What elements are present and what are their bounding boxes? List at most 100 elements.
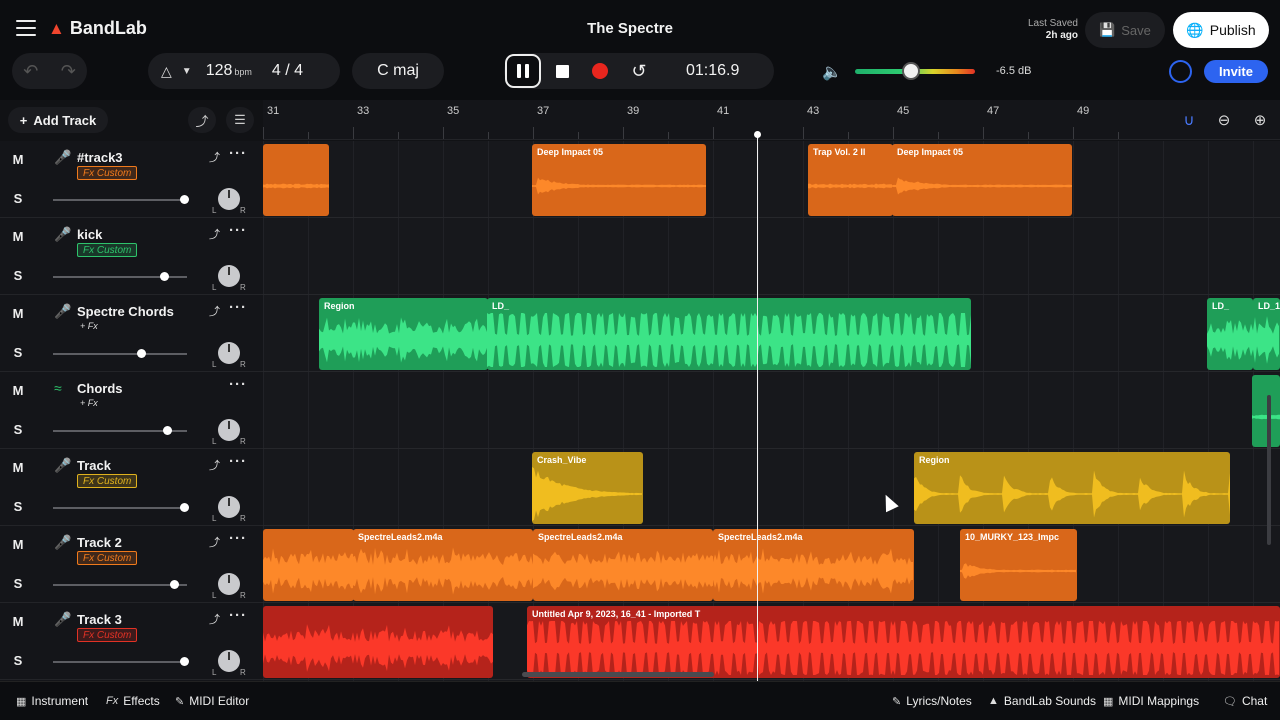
pan-knob[interactable] [218,419,240,441]
solo-button[interactable]: S [0,653,36,668]
audio-region[interactable]: Untitled Apr 9, 2023, 16_41 - Imported T [527,606,1280,678]
automation-wand-icon[interactable]: ⤴ [209,534,220,550]
loop-button[interactable]: ↺ [626,53,652,89]
mute-button[interactable]: M [0,229,36,244]
bandlab-logo[interactable]: ▲ BandLab [48,18,147,39]
lyrics-notes-button[interactable]: ✎ Lyrics/Notes [892,694,972,708]
mute-button[interactable]: M [0,614,36,629]
fx-custom-tag[interactable]: Fx Custom [77,474,138,488]
audio-region[interactable]: Deep Impact 05 [532,144,706,216]
stop-button[interactable] [552,53,572,89]
pan-knob[interactable] [218,573,240,595]
track-volume-knob[interactable] [180,657,190,666]
more-options-icon[interactable]: ··· [229,530,247,547]
metronome-icon[interactable]: △ [161,63,172,80]
mute-button[interactable]: M [0,152,36,167]
audio-region[interactable]: LD_ [487,298,971,370]
solo-button[interactable]: S [0,191,36,206]
pan-knob[interactable] [218,342,240,364]
more-options-icon[interactable]: ··· [229,299,247,316]
speaker-icon[interactable]: 🔈 [822,62,842,82]
audio-region[interactable]: SpectreLeads2.m4a [533,529,713,601]
solo-button[interactable]: S [0,576,36,591]
track-header[interactable]: M S 🎤 Spectre Chords + Fx ⤴ ··· L R [0,295,263,372]
midi-mappings-button[interactable]: ▦ MIDI Mappings [1103,694,1199,708]
pan-knob[interactable] [218,265,240,287]
track-volume-slider[interactable] [53,272,187,281]
track-volume-slider[interactable] [53,657,190,666]
audio-region[interactable] [263,606,493,678]
tempo-value[interactable]: 128 bpm [206,62,252,80]
invite-button[interactable]: Invite [1204,60,1268,83]
add-fx-button[interactable]: + Fx [80,321,98,331]
track-header[interactable]: M S 🎤 Track Fx Custom ⤴ ··· L R [0,449,263,526]
mute-button[interactable]: M [0,537,36,552]
project-title[interactable]: The Spectre [480,20,780,37]
pan-knob[interactable] [218,188,240,210]
menu-icon[interactable] [16,20,36,36]
undo-icon[interactable]: ↶ [23,61,38,82]
save-button[interactable]: 💾 Save [1085,12,1165,48]
track-volume-knob[interactable] [169,580,179,589]
track-volume-slider[interactable] [53,426,187,435]
add-track-button[interactable]: + Add Track [8,107,108,133]
audio-region[interactable]: 10_MURKY_123_Impc [960,529,1077,601]
collaborator-avatar[interactable] [1169,60,1192,83]
track-volume-knob[interactable] [160,272,170,281]
chevron-down-icon[interactable]: ▼ [182,66,192,77]
fx-custom-tag[interactable]: Fx Custom [77,551,138,565]
track-name[interactable]: Spectre Chords [77,304,174,319]
track-volume-knob[interactable] [180,195,190,204]
instrument-button[interactable]: ▦ Instrument [16,694,88,708]
mute-button[interactable]: M [0,306,36,321]
track-volume-knob[interactable] [137,349,147,358]
master-volume-knob[interactable] [902,62,921,80]
pan-knob[interactable] [218,496,240,518]
fx-custom-tag[interactable]: Fx Custom [77,243,138,257]
add-fx-button[interactable]: + Fx [80,398,98,408]
track-name[interactable]: Track [77,458,111,473]
record-button[interactable] [590,53,610,89]
track-volume-knob[interactable] [162,426,172,435]
track-name[interactable]: #track3 [77,150,123,165]
audio-region[interactable]: Trap Vol. 2 Il [808,144,893,216]
solo-button[interactable]: S [0,422,36,437]
track-name[interactable]: kick [77,227,102,242]
more-options-icon[interactable]: ··· [229,145,247,162]
vertical-scrollbar[interactable] [1267,395,1271,545]
automation-wand-icon[interactable]: ⤴ [209,611,220,627]
audio-region[interactable]: Deep Impact 05 [892,144,1072,216]
audio-region[interactable]: SpectreLeads2.m4a [353,529,533,601]
solo-button[interactable]: S [0,268,36,283]
audio-region[interactable]: Region [319,298,488,370]
track-lane[interactable] [263,141,1280,218]
magnet-snap-icon[interactable]: ∪ [1176,107,1202,133]
automation-wand-icon[interactable]: ⤴ [209,226,220,242]
settings-sliders-icon[interactable]: ☰ [226,107,254,133]
audio-region[interactable] [1252,375,1280,447]
mute-button[interactable]: M [0,460,36,475]
track-header[interactable]: M S 🎤 Track 2 Fx Custom ⤴ ··· L R [0,526,263,603]
horizontal-scrollbar[interactable] [522,672,714,677]
pan-knob[interactable] [218,650,240,672]
bandlab-sounds-button[interactable]: ▲ BandLab Sounds [988,694,1096,708]
more-options-icon[interactable]: ··· [229,453,247,470]
track-volume-slider[interactable] [53,580,187,589]
track-lane[interactable] [263,218,1280,295]
track-lanes[interactable]: Deep Impact 05 Trap Vol. 2 Il Deep Impac… [263,141,1280,681]
audio-region[interactable]: LD_ [1207,298,1253,370]
track-name[interactable]: Track 3 [77,612,122,627]
effects-button[interactable]: Fx Effects [106,694,160,708]
automation-wand-icon[interactable]: ⤴ [209,303,220,319]
midi-editor-button[interactable]: ✎ MIDI Editor [175,694,249,708]
audio-region[interactable]: SpectreLeads2.m4a [713,529,914,601]
automation-wand-icon[interactable]: ⤴ [209,457,220,473]
more-options-icon[interactable]: ··· [229,607,247,624]
track-name[interactable]: Track 2 [77,535,122,550]
track-lane[interactable] [263,372,1280,449]
solo-button[interactable]: S [0,499,36,514]
audio-region[interactable]: LD_12 [1253,298,1280,370]
playhead[interactable] [757,133,758,681]
chat-button[interactable]: 🗨 Chat [1223,694,1267,708]
track-header[interactable]: M S 🎤 Track 3 Fx Custom ⤴ ··· L R [0,603,263,680]
